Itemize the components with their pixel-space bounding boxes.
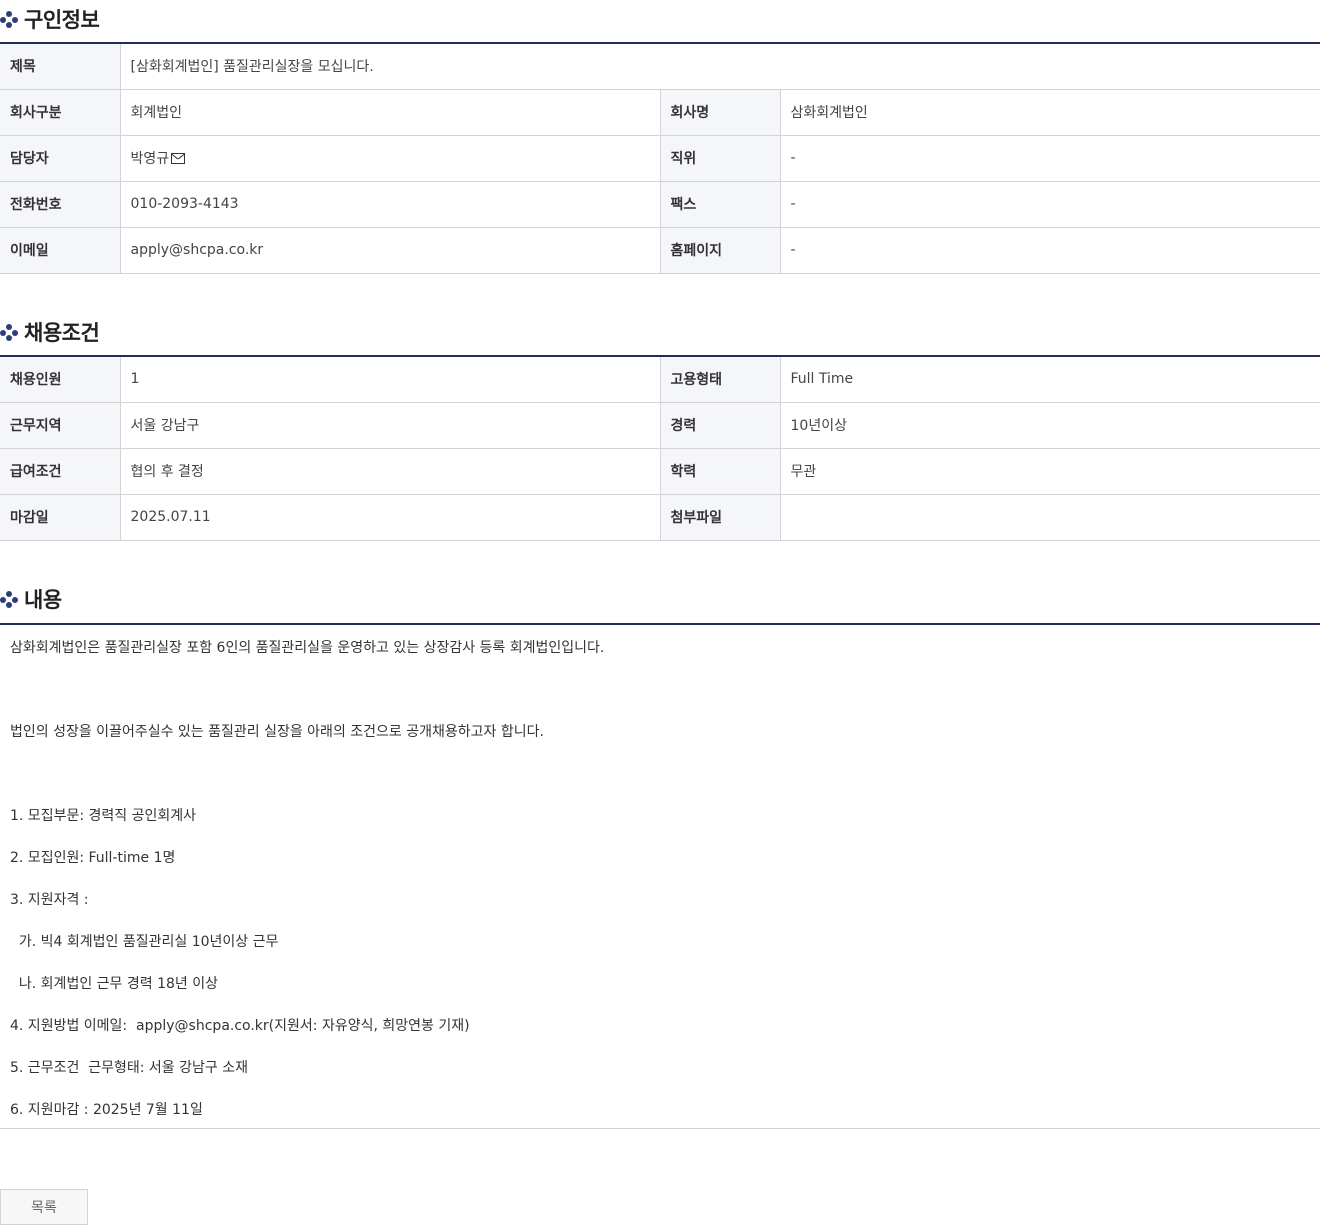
section-title: 내용 — [24, 588, 62, 612]
content-line: 1. 모집부문: 경력직 공인회계사 — [10, 808, 196, 824]
fax-label: 팩스 — [659, 181, 781, 228]
content-line: 가. 빅4 회계법인 품질관리실 10년이상 근무 — [10, 934, 279, 950]
conditions-table: 채용인원 1 고용형태 Full Time 근무지역 서울 강남구 경력 10년… — [0, 355, 1320, 541]
content-line: 삼화회계법인은 품질관리실장 포함 6인의 품질관리실을 운영하고 있는 상장감… — [10, 640, 605, 656]
bullet-dots-icon — [0, 323, 18, 341]
phone-value: 010-2093-4143 — [120, 181, 660, 228]
location-value: 서울 강남구 — [120, 402, 660, 449]
content-line: 나. 회계법인 근무 경력 18년 이상 — [10, 976, 218, 992]
company-type-value: 회계법인 — [120, 89, 660, 136]
headcount-label: 채용인원 — [0, 356, 121, 403]
homepage-label: 홈페이지 — [659, 227, 781, 274]
section-title: 구인정보 — [24, 8, 100, 32]
employment-type-value: Full Time — [780, 356, 1320, 403]
phone-label: 전화번호 — [0, 181, 121, 228]
attachment-label: 첨부파일 — [659, 494, 781, 541]
education-value: 무관 — [780, 448, 1320, 495]
salary-value: 협의 후 결정 — [120, 448, 660, 495]
manager-cell: 박영규 — [120, 135, 660, 182]
list-button[interactable]: 목록 — [0, 1189, 88, 1225]
career-value: 10년이상 — [780, 402, 1320, 449]
bullet-dots-icon — [0, 590, 18, 608]
headcount-value: 1 — [120, 356, 660, 403]
content-line: 법인의 성장을 이끌어주실수 있는 품질관리 실장을 아래의 조건으로 공개채용… — [10, 724, 544, 740]
content-line: 4. 지원방법 이메일: apply@shcpa.co.kr(지원서: 자유양식… — [10, 1018, 470, 1034]
employment-type-label: 고용형태 — [659, 356, 781, 403]
manager-label: 담당자 — [0, 135, 121, 182]
deadline-label: 마감일 — [0, 494, 121, 541]
section-header-conditions: 채용조건 — [0, 317, 1320, 347]
recruit-info-table: 제목 [삼화회계법인] 품질관리실장을 모십니다. 회사구분 회계법인 회사명 … — [0, 42, 1320, 274]
content-line: 5. 근무조건 근무형태: 서울 강남구 소재 — [10, 1060, 248, 1076]
homepage-value: - — [780, 227, 1320, 274]
table-row: 담당자 박영규 직위 - — [0, 135, 1320, 182]
education-label: 학력 — [659, 448, 781, 495]
content-line: 3. 지원자격 : — [10, 892, 89, 908]
table-row: 이메일 apply@shcpa.co.kr 홈페이지 - — [0, 227, 1320, 274]
position-label: 직위 — [659, 135, 781, 182]
manager-value: 박영규 — [130, 151, 170, 167]
content-body: 삼화회계법인은 품질관리실장 포함 6인의 품질관리실을 운영하고 있는 상장감… — [0, 623, 1320, 1129]
company-type-label: 회사구분 — [0, 89, 121, 136]
title-value: [삼화회계법인] 품질관리실장을 모십니다. — [120, 43, 1320, 90]
table-row: 근무지역 서울 강남구 경력 10년이상 — [0, 402, 1320, 449]
section-header-content: 내용 — [0, 584, 1320, 614]
table-row: 제목 [삼화회계법인] 품질관리실장을 모십니다. — [0, 43, 1320, 90]
location-label: 근무지역 — [0, 402, 121, 449]
email-label: 이메일 — [0, 227, 121, 274]
attachment-value[interactable] — [780, 494, 1320, 541]
mail-icon[interactable] — [171, 153, 186, 164]
position-value: - — [780, 135, 1320, 182]
section-header-recruit-info: 구인정보 — [0, 4, 1320, 34]
email-value: apply@shcpa.co.kr — [120, 227, 660, 274]
deadline-value: 2025.07.11 — [120, 494, 660, 541]
fax-value: - — [780, 181, 1320, 228]
bullet-dots-icon — [0, 10, 18, 28]
company-name-value: 삼화회계법인 — [780, 89, 1320, 136]
content-line: 2. 모집인원: Full-time 1명 — [10, 850, 176, 866]
title-label: 제목 — [0, 43, 121, 90]
career-label: 경력 — [659, 402, 781, 449]
salary-label: 급여조건 — [0, 448, 121, 495]
table-row: 급여조건 협의 후 결정 학력 무관 — [0, 448, 1320, 495]
table-row: 회사구분 회계법인 회사명 삼화회계법인 — [0, 89, 1320, 136]
section-title: 채용조건 — [24, 321, 100, 345]
content-line: 6. 지원마감 : 2025년 7월 11일 — [10, 1102, 203, 1118]
company-name-label: 회사명 — [659, 89, 781, 136]
table-row: 전화번호 010-2093-4143 팩스 - — [0, 181, 1320, 228]
table-row: 채용인원 1 고용형태 Full Time — [0, 356, 1320, 403]
table-row: 마감일 2025.07.11 첨부파일 — [0, 494, 1320, 541]
